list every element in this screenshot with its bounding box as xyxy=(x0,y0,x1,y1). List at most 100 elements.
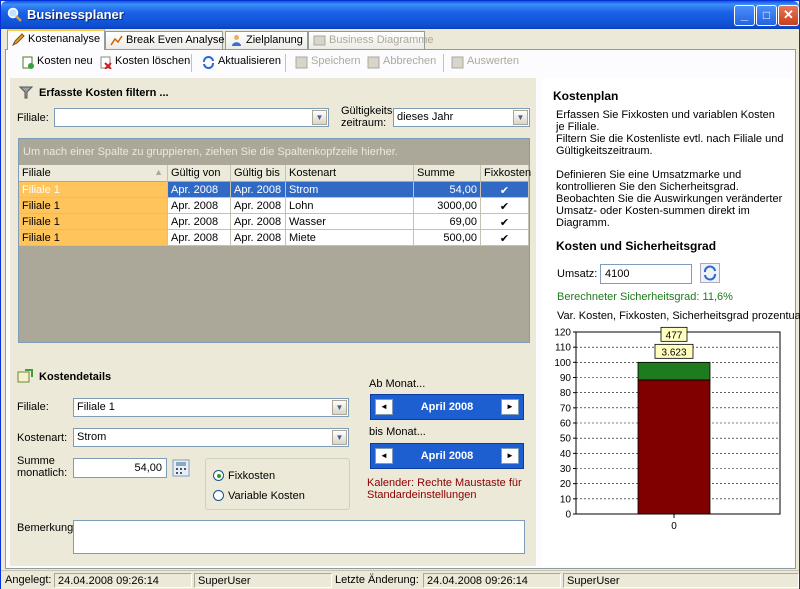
changed-user: SuperUser xyxy=(563,573,799,588)
diagram-icon xyxy=(313,35,326,46)
prev-month-button[interactable]: ◄ xyxy=(375,399,393,415)
column-header-fixkosten[interactable]: Fixkosten xyxy=(481,165,531,182)
changed-label: Letzte Änderung: xyxy=(335,574,419,586)
period-dropdown[interactable]: dieses Jahr ▼ xyxy=(393,108,530,127)
ab-monat-label: Ab Monat... xyxy=(369,378,426,390)
sicherheitsgrad-result: Berechneter Sicherheitsgrad: 11,6% xyxy=(557,291,733,303)
ab-monat-picker[interactable]: ◄ April 2008 ► xyxy=(370,394,524,420)
save-icon xyxy=(295,56,308,69)
tab-kostenanalyse[interactable]: Kostenanalyse xyxy=(7,29,105,50)
table-row[interactable]: Filiale 1 Apr. 2008 Apr. 2008 Wasser 69,… xyxy=(19,214,529,230)
fixkosten-radio[interactable] xyxy=(213,470,224,481)
tab-label: Break Even Analyse xyxy=(126,34,225,46)
column-header-gueltig-von[interactable]: Gültig von xyxy=(168,165,231,182)
cost-chart: 0 10 20 30 40 50 60 70 80 90 100 110 120 3.623 477 0 xyxy=(548,324,788,559)
group-by-hint[interactable]: Um nach einer Spalte zu gruppieren, zieh… xyxy=(19,139,529,165)
maximize-button[interactable]: □ xyxy=(756,5,777,26)
y-tick-label: 10 xyxy=(560,494,572,505)
y-tick-label: 120 xyxy=(554,328,571,339)
grid-header: Filiale ▲ Gültig von Gültig bis Kostenar… xyxy=(19,165,531,182)
bemerkung-textarea[interactable] xyxy=(73,520,525,554)
sort-ascending-icon: ▲ xyxy=(154,167,163,177)
filter-heading: Erfasste Kosten filtern ... xyxy=(39,87,169,99)
checkbox-icon[interactable]: ✔ xyxy=(481,230,529,246)
calculator-icon[interactable] xyxy=(172,459,190,477)
next-month-button[interactable]: ► xyxy=(501,448,519,464)
changed-value: 24.04.2008 09:26:14 xyxy=(423,573,561,588)
bis-monat-label: bis Monat... xyxy=(369,426,426,438)
y-tick-label: 30 xyxy=(560,464,572,475)
y-tick-label: 20 xyxy=(560,479,572,490)
y-tick-label: 40 xyxy=(560,449,572,460)
variable-kosten-radio[interactable] xyxy=(213,490,224,501)
tab-label: Business Diagramme xyxy=(329,34,434,46)
tab-business-diagramme[interactable]: Business Diagramme xyxy=(308,31,434,49)
next-month-button[interactable]: ► xyxy=(501,399,519,415)
kostenart-dropdown[interactable]: Strom ▼ xyxy=(73,428,349,447)
y-tick-label: 60 xyxy=(560,419,572,430)
refresh-button[interactable]: Aktualisieren xyxy=(202,55,281,71)
cost-grid: Um nach einer Spalte zu gruppieren, zieh… xyxy=(18,138,531,343)
window-title: Businessplaner xyxy=(27,7,124,22)
details-icon xyxy=(17,369,33,383)
refresh-icon xyxy=(203,56,214,69)
summe-input[interactable]: 54,00 xyxy=(73,458,167,478)
evaluate-icon xyxy=(451,56,464,69)
filter-icon xyxy=(19,86,33,99)
chevron-down-icon: ▼ xyxy=(312,110,327,125)
column-header-gueltig-bis[interactable]: Gültig bis xyxy=(231,165,286,182)
new-cost-button[interactable]: Kosten neu xyxy=(21,55,93,71)
data-label: 3.623 xyxy=(661,347,686,358)
calendar-note: Kalender: Rechte Maustaste für Standarde… xyxy=(367,477,522,501)
toolbar-separator xyxy=(443,54,444,72)
created-label: Angelegt: xyxy=(5,574,52,586)
bar-segment xyxy=(637,379,711,515)
refresh-icon[interactable] xyxy=(700,263,720,283)
bis-monat-picker[interactable]: ◄ April 2008 ► xyxy=(370,443,524,469)
chart-caption: Var. Kosten, Fixkosten, Sicherheitsgrad … xyxy=(557,310,800,322)
bemerkung-label: Bemerkung: xyxy=(17,522,77,534)
toolbar-separator xyxy=(285,54,286,72)
delete-cost-button[interactable]: Kosten löschen xyxy=(99,55,190,71)
umsatz-label: Umsatz: xyxy=(557,268,598,280)
column-header-summe[interactable]: Summe xyxy=(414,165,481,182)
toolbar-separator xyxy=(191,54,192,72)
new-document-icon xyxy=(22,56,34,69)
checkbox-icon[interactable]: ✔ xyxy=(481,182,529,198)
info-heading: Kostenplan xyxy=(553,89,619,103)
save-button[interactable]: Speichern xyxy=(295,55,361,71)
created-value: 24.04.2008 09:26:14 xyxy=(54,573,192,588)
column-header-kostenart[interactable]: Kostenart xyxy=(286,165,414,182)
chevron-down-icon: ▼ xyxy=(332,400,347,415)
bar-segment xyxy=(637,361,711,381)
person-icon xyxy=(232,35,241,46)
column-header-filiale[interactable]: Filiale ▲ xyxy=(19,165,168,182)
table-row[interactable]: Filiale 1 Apr. 2008 Apr. 2008 Miete 500,… xyxy=(19,230,529,246)
cancel-button[interactable]: Abbrechen xyxy=(367,55,436,71)
info-text: Erfassen Sie Fixkosten und variablen Kos… xyxy=(556,109,775,133)
table-row[interactable]: Filiale 1 Apr. 2008 Apr. 2008 Strom 54,0… xyxy=(19,182,529,198)
umsatz-input[interactable]: 4100 xyxy=(600,264,692,284)
cancel-icon xyxy=(367,56,380,69)
info-description: Erfassen Sie Fixkosten und variablen Kos… xyxy=(556,109,786,241)
checkbox-icon[interactable]: ✔ xyxy=(481,214,529,230)
delete-document-icon xyxy=(100,56,112,69)
x-tick-label: 0 xyxy=(671,521,677,532)
tab-zielplanung[interactable]: Zielplanung xyxy=(225,31,308,49)
chevron-down-icon: ▼ xyxy=(332,430,347,445)
cost-type-group xyxy=(205,458,350,510)
minimize-button[interactable]: _ xyxy=(734,5,755,26)
prev-month-button[interactable]: ◄ xyxy=(375,448,393,464)
details-heading: Kostendetails xyxy=(39,371,112,383)
evaluate-button[interactable]: Auswerten xyxy=(451,55,519,71)
table-row[interactable]: Filiale 1 Apr. 2008 Apr. 2008 Lohn 3000,… xyxy=(19,198,529,214)
info-text: Filtern Sie die Kostenliste evtl. nach F… xyxy=(556,133,784,157)
tab-break-even[interactable]: Break Even Analyse xyxy=(105,31,225,49)
close-button[interactable]: ✕ xyxy=(778,5,799,26)
checkbox-icon[interactable]: ✔ xyxy=(481,198,529,214)
info-text: Definieren Sie eine Umsatzmarke und kont… xyxy=(556,169,783,229)
detail-filiale-dropdown[interactable]: Filiale 1 ▼ xyxy=(73,398,349,417)
detail-filiale-label: Filiale: xyxy=(17,401,49,413)
filter-filiale-dropdown[interactable]: ▼ xyxy=(54,108,329,127)
chart-icon xyxy=(110,35,123,46)
